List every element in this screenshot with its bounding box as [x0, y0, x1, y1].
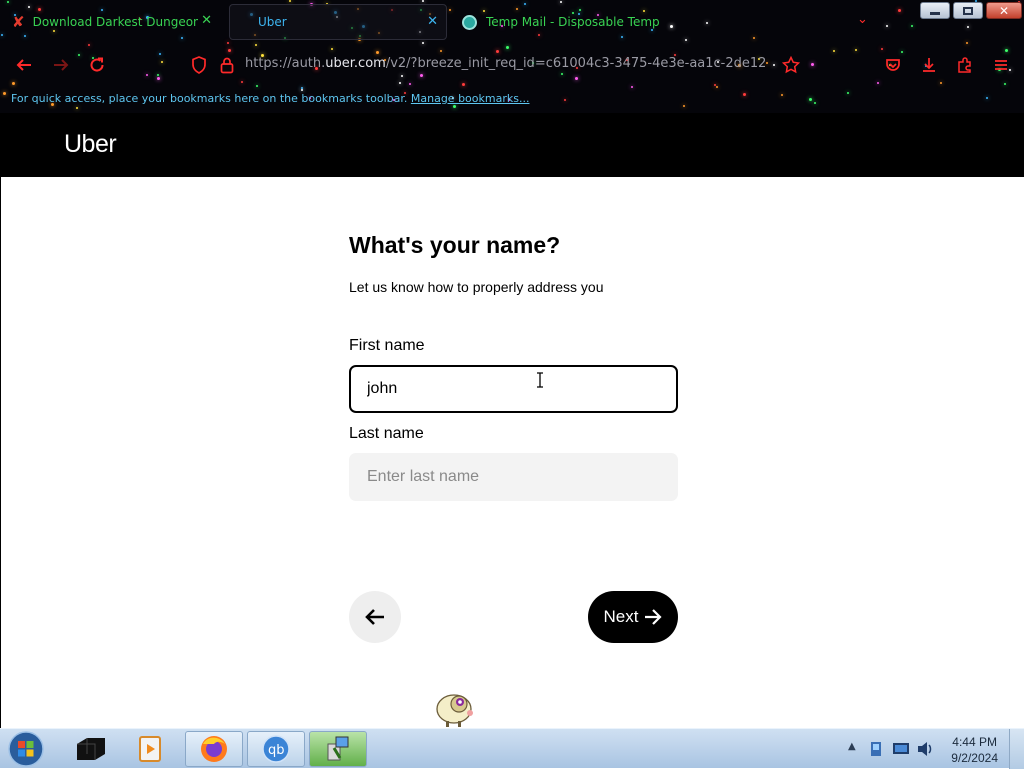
tab-title: Temp Mail - Disposable Temp — [486, 15, 660, 29]
qbittorrent-icon: qb — [262, 735, 290, 763]
site-lock-icon[interactable] — [218, 56, 236, 74]
network-icon[interactable] — [892, 741, 910, 757]
download-icon — [923, 58, 935, 72]
installer-icon — [327, 736, 349, 761]
desktop-sheep-pet-icon[interactable] — [434, 687, 476, 729]
clock-date: 9/2/2024 — [951, 751, 998, 765]
tracking-protection-shield-icon[interactable] — [190, 56, 208, 74]
tab-title: Uber — [258, 15, 287, 29]
restore-icon — [963, 6, 973, 15]
explorer-icon — [77, 738, 105, 760]
tray-app-icon[interactable] — [868, 740, 884, 758]
star-decoration — [743, 93, 746, 96]
forward-arrow-icon — [54, 59, 69, 71]
bookmark-star-icon[interactable] — [782, 56, 800, 74]
star-decoration — [3, 92, 6, 95]
star-decoration — [631, 86, 633, 88]
taskbar-app-explorer[interactable] — [62, 731, 120, 767]
next-button-label: Next — [603, 607, 639, 626]
back-button[interactable] — [349, 591, 401, 643]
show-hidden-icons-icon[interactable]: ▲ — [848, 741, 856, 752]
arrow-right-icon — [645, 609, 663, 625]
next-button[interactable]: Next — [588, 591, 678, 643]
system-tray: ▲ 4:44 PM 9/2/2024 — [834, 729, 1024, 769]
star-decoration — [76, 107, 78, 109]
start-button[interactable] — [6, 730, 46, 768]
minimize-icon — [930, 12, 940, 15]
star-decoration — [809, 98, 812, 101]
svg-text:qb: qb — [268, 743, 285, 758]
taskbar-app-media-player[interactable] — [121, 731, 179, 767]
url-bar[interactable]: https://auth.uber.com/v2/?breeze_init_re… — [245, 56, 765, 71]
clock-time: 4:44 PM — [952, 735, 997, 749]
tab-close-icon[interactable]: ✕ — [201, 14, 212, 28]
list-all-tabs-icon[interactable]: ⌄ — [857, 12, 868, 27]
first-name-label: First name — [349, 337, 425, 354]
star-decoration — [256, 85, 258, 87]
window-controls: ✕ — [920, 2, 1022, 19]
page-title: What's your name? — [349, 232, 561, 258]
restore-button[interactable] — [953, 2, 983, 19]
taskbar-app-firefox[interactable] — [185, 731, 243, 767]
extensions-button[interactable] — [956, 56, 974, 74]
tab-temp-mail[interactable]: Temp Mail - Disposable Temp — [458, 4, 678, 40]
browser-chrome: ✘ Download Darkest Dungeon II ✕ Uber ✕ T… — [0, 0, 1024, 113]
window-close-button[interactable]: ✕ — [986, 2, 1022, 19]
uber-logo[interactable]: Uber — [64, 130, 117, 159]
downloads-button[interactable] — [920, 56, 938, 74]
last-name-input[interactable] — [349, 453, 678, 501]
pocket-button[interactable] — [884, 56, 902, 74]
firefox-icon — [201, 736, 227, 762]
show-desktop-button[interactable] — [1009, 729, 1024, 769]
x-favicon-icon: ✘ — [12, 13, 25, 31]
close-icon: ✕ — [998, 3, 1010, 18]
star-decoration — [683, 105, 685, 107]
star-decoration — [453, 105, 456, 108]
star-decoration — [714, 84, 716, 86]
star-decoration — [564, 99, 566, 101]
back-arrow-icon — [16, 59, 31, 71]
taskbar-app-qbittorrent[interactable]: qb — [247, 731, 305, 767]
menu-button[interactable] — [992, 56, 1010, 74]
minimize-button[interactable] — [920, 2, 950, 19]
star-decoration — [716, 86, 718, 88]
url-prefix: https://auth. — [245, 56, 326, 71]
media-player-icon — [139, 736, 161, 762]
star-decoration — [847, 92, 849, 94]
clock[interactable]: 4:44 PM 9/2/2024 — [951, 734, 998, 766]
tab-title: Download Darkest Dungeon II — [32, 15, 198, 29]
tab-strip: ✘ Download Darkest Dungeon II ✕ Uber ✕ T… — [0, 0, 1024, 44]
windows-start-orb-icon — [8, 731, 44, 767]
url-host: uber.com — [325, 56, 386, 71]
site-header: Uber — [1, 113, 1024, 177]
taskbar: qb ▲ 4:44 PM 9/2/2024 — [0, 728, 1024, 769]
page-subtitle: Let us know how to properly address you — [349, 279, 604, 295]
pocket-icon — [886, 59, 900, 71]
first-name-input[interactable] — [349, 365, 678, 413]
back-button[interactable] — [15, 56, 33, 74]
tab-darkest-dungeon[interactable]: ✘ Download Darkest Dungeon II ✕ — [8, 4, 220, 40]
star-decoration — [814, 102, 816, 104]
manage-bookmarks-link[interactable]: Manage bookmarks... — [411, 92, 530, 105]
taskbar-app-installer[interactable] — [309, 731, 367, 767]
reload-icon — [90, 57, 104, 72]
uber-signup-page: Uber What's your name? Let us know how t… — [1, 113, 1024, 728]
last-name-label: Last name — [349, 425, 424, 442]
bookmarks-toolbar: For quick access, place your bookmarks h… — [11, 92, 529, 105]
text-cursor-icon — [537, 372, 543, 388]
puzzle-extensions-icon — [958, 57, 971, 73]
star-decoration — [781, 94, 783, 96]
forward-button[interactable] — [52, 56, 70, 74]
reload-button[interactable] — [88, 56, 106, 74]
arrow-left-icon — [365, 609, 384, 625]
volume-icon[interactable] — [916, 741, 934, 757]
tab-uber[interactable]: Uber ✕ — [229, 4, 447, 40]
hamburger-menu-icon — [995, 60, 1007, 70]
url-rest: /v2/?breeze_init_req_id=c61004c3-3475-4e… — [385, 56, 765, 71]
temp-mail-favicon-icon — [462, 14, 477, 30]
tab-close-icon[interactable]: ✕ — [427, 15, 438, 29]
bookmarks-message: For quick access, place your bookmarks h… — [11, 92, 408, 105]
star-decoration — [986, 97, 988, 99]
star-decoration — [301, 89, 303, 91]
